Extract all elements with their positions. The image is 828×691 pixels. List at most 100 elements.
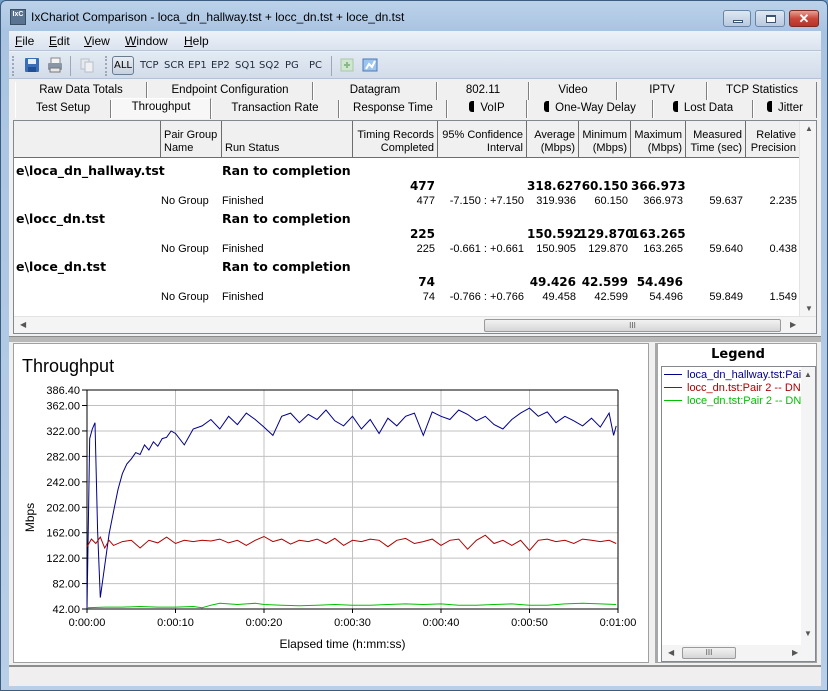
tab-jitter[interactable]: Jitter [753,100,817,118]
tab-tcp-statistics[interactable]: TCP Statistics [707,82,817,100]
legend-entry[interactable]: locc_dn.tst:Pair 2 -- DN [664,382,801,395]
x-tick-label: 0:00:30 [334,617,371,629]
x-tick-label: 0:00:40 [423,617,460,629]
legend-vertical-scrollbar[interactable]: ▲ ▼ [801,367,815,645]
menu-help[interactable]: Help [184,34,209,48]
title-bar[interactable]: IxC IxChariot Comparison - loca_dn_hallw… [1,1,827,31]
menu-window[interactable]: Window [125,34,168,48]
pair-relative-precision: 0.438 [769,243,797,255]
pair-confidence: -0.766 : +0.766 [449,291,524,303]
scroll-left-icon[interactable]: ◀ [20,320,26,329]
test-file-name: e\loce_dn.tst [16,259,107,274]
filter-sq2-button[interactable]: SQ2 [259,60,280,71]
toolbar-grip[interactable] [105,56,108,76]
scroll-left-icon[interactable]: ◀ [668,648,674,657]
filter-all-button[interactable]: ALL [112,56,134,75]
tab-lost-data[interactable]: Lost Data [653,100,753,118]
scroll-right-icon[interactable]: ▶ [790,320,796,329]
pair-maximum: 54.496 [649,291,683,303]
pair-minimum: 60.150 [594,195,628,207]
pair-measured-time: 59.849 [709,291,743,303]
tab-iptv[interactable]: IPTV [617,82,707,100]
scroll-right-icon[interactable]: ▶ [792,648,798,657]
results-grid: Pair Group Name Run Status Timing Records… [13,120,817,334]
filter-sq1-button[interactable]: SQ1 [235,60,256,71]
summary-average: 318.627 [527,179,582,193]
chart-icon[interactable] [362,57,378,73]
pair-records: 477 [416,195,435,207]
copy-icon[interactable] [79,57,95,73]
pair-minimum: 42.599 [594,291,628,303]
col-header-name[interactable] [14,121,161,158]
close-button[interactable]: ✕ [789,10,819,27]
minimize-button[interactable] [723,10,751,27]
pair-relative-precision: 2.235 [769,195,797,207]
tab-video[interactable]: Video [529,82,617,100]
run-status: Ran to completion [222,163,351,178]
menu-edit[interactable]: Edit [49,34,70,48]
tab-transaction-rate[interactable]: Transaction Rate [211,100,339,118]
legend-horizontal-scrollbar[interactable]: ◀ III ▶ [662,645,815,661]
minimize-icon [733,20,743,23]
save-icon[interactable] [24,57,40,73]
tab-802-11[interactable]: 802.11 [437,82,529,100]
col-header-measured-time[interactable]: Measured Time (sec) [686,121,746,158]
tab-response-time[interactable]: Response Time [339,100,447,118]
tab-one-way-delay[interactable]: One-Way Delay [527,100,653,118]
filter-pg-button[interactable]: PG [285,60,299,71]
tab-test-setup[interactable]: Test Setup [15,100,111,118]
y-axis-label: Mbps [23,503,37,532]
horizontal-scroll-thumb[interactable]: III [484,319,781,332]
scroll-up-icon[interactable]: ▲ [804,370,812,379]
pair-relative-precision: 1.549 [769,291,797,303]
pair-records: 225 [416,243,435,255]
print-icon[interactable] [47,57,63,73]
filter-scr-button[interactable]: SCR [164,60,184,71]
y-tick-label: 82.00 [52,579,80,591]
y-tick-label: 122.00 [46,553,80,565]
col-header-pair-group[interactable]: Pair Group Name [161,121,222,158]
pair-average: 319.936 [536,195,576,207]
summary-records: 477 [409,179,435,193]
scroll-down-icon[interactable]: ▼ [804,629,812,638]
x-tick-label: 0:00:00 [69,617,106,629]
summary-records: 74 [418,275,435,289]
pane-splitter[interactable] [9,336,821,342]
col-header-maximum[interactable]: Maximum (Mbps) [631,121,686,158]
col-header-timing-records[interactable]: Timing Records Completed [353,121,438,158]
filter-ep1-button[interactable]: EP1 [188,60,207,71]
scroll-up-icon[interactable]: ▲ [805,124,813,133]
legend-entry[interactable]: loca_dn_hallway.tst:Pair [664,369,805,382]
menu-file[interactable]: File [15,34,34,48]
legend-title: Legend [711,347,765,362]
col-header-minimum[interactable]: Minimum (Mbps) [579,121,631,158]
col-header-average[interactable]: Average (Mbps) [527,121,579,158]
horizontal-scrollbar[interactable]: ◀ III ▶ [14,316,816,333]
filter-pc-button[interactable]: PC [309,60,322,71]
vertical-scrollbar[interactable]: ▲ ▼ [799,121,816,317]
legend-panel: Legend loca_dn_hallway.tst:Pair locc_dn.… [655,343,817,663]
maximize-button[interactable] [755,10,785,27]
legend-entry[interactable]: loce_dn.tst:Pair 2 -- DN [664,395,801,408]
legend-scroll-thumb[interactable]: III [682,647,736,659]
filter-ep2-button[interactable]: EP2 [211,60,230,71]
pair-run-status: Finished [222,243,264,255]
filter-tcp-button[interactable]: TCP [140,60,159,71]
menu-bar: File Edit View Window Help [9,31,821,51]
y-tick-label: 162.00 [46,528,80,540]
tab-throughput[interactable]: Throughput [111,98,211,119]
y-tick-label: 322.00 [46,426,80,438]
col-header-relative-precision[interactable]: Relative Precision [746,121,800,158]
pair-run-status: Finished [222,195,264,207]
toolbar-grip[interactable] [12,56,15,76]
export-icon[interactable] [339,57,355,73]
tab-datagram[interactable]: Datagram [313,82,437,100]
col-header-confidence[interactable]: 95% Confidence Interval [438,121,527,158]
pair-group-name: No Group [161,243,209,255]
scroll-down-icon[interactable]: ▼ [805,304,813,313]
col-header-run-status[interactable]: Run Status [222,121,353,158]
chart-title: Throughput [22,356,114,376]
legend-swatch [664,387,682,388]
tab-voip[interactable]: VoIP [447,100,527,118]
menu-view[interactable]: View [84,34,110,48]
